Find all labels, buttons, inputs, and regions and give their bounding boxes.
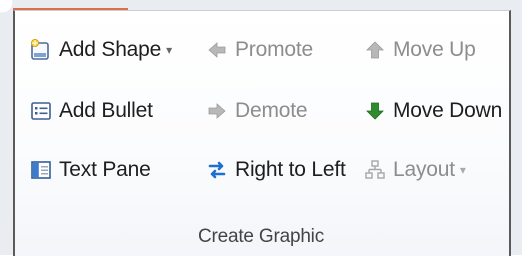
demote-arrow-icon — [206, 100, 228, 122]
add-bullet-label: Add Bullet — [59, 99, 153, 122]
move-down-label: Move Down — [393, 99, 503, 122]
text-pane-icon — [30, 159, 52, 181]
move-up-arrow-icon — [364, 39, 386, 61]
text-pane-label: Text Pane — [59, 158, 151, 181]
window-corner — [0, 0, 14, 14]
layout-label: Layout — [393, 158, 455, 181]
layout-button[interactable]: Layout ▾ — [364, 158, 466, 182]
promote-arrow-icon — [206, 39, 228, 61]
add-bullet-button[interactable]: Add Bullet — [30, 99, 153, 123]
move-down-button[interactable]: Move Down — [364, 99, 502, 123]
add-shape-label: Add Shape — [59, 38, 162, 61]
move-down-arrow-icon — [364, 100, 386, 122]
layout-icon — [364, 159, 386, 181]
move-up-button[interactable]: Move Up — [364, 38, 476, 62]
ribbon-frame: Add Shape ▾ Promote Move Up Add Bullet D… — [0, 0, 522, 256]
right-to-left-label: Right to Left — [235, 158, 346, 181]
group-label: Create Graphic — [197, 226, 325, 247]
add-bullet-icon — [30, 100, 52, 122]
add-shape-icon — [30, 39, 52, 61]
demote-label: Demote — [235, 99, 308, 122]
right-to-left-button[interactable]: Right to Left — [206, 158, 346, 182]
add-shape-button[interactable]: Add Shape ▾ — [30, 38, 172, 62]
text-pane-button[interactable]: Text Pane — [30, 158, 151, 182]
demote-button[interactable]: Demote — [206, 99, 308, 123]
move-up-label: Move Up — [393, 38, 476, 61]
right-to-left-icon — [206, 159, 228, 181]
promote-button[interactable]: Promote — [206, 38, 313, 62]
add-shape-dropdown-arrow-icon[interactable]: ▾ — [166, 43, 172, 57]
layout-dropdown-arrow-icon[interactable]: ▾ — [460, 163, 466, 177]
promote-label: Promote — [235, 38, 313, 61]
